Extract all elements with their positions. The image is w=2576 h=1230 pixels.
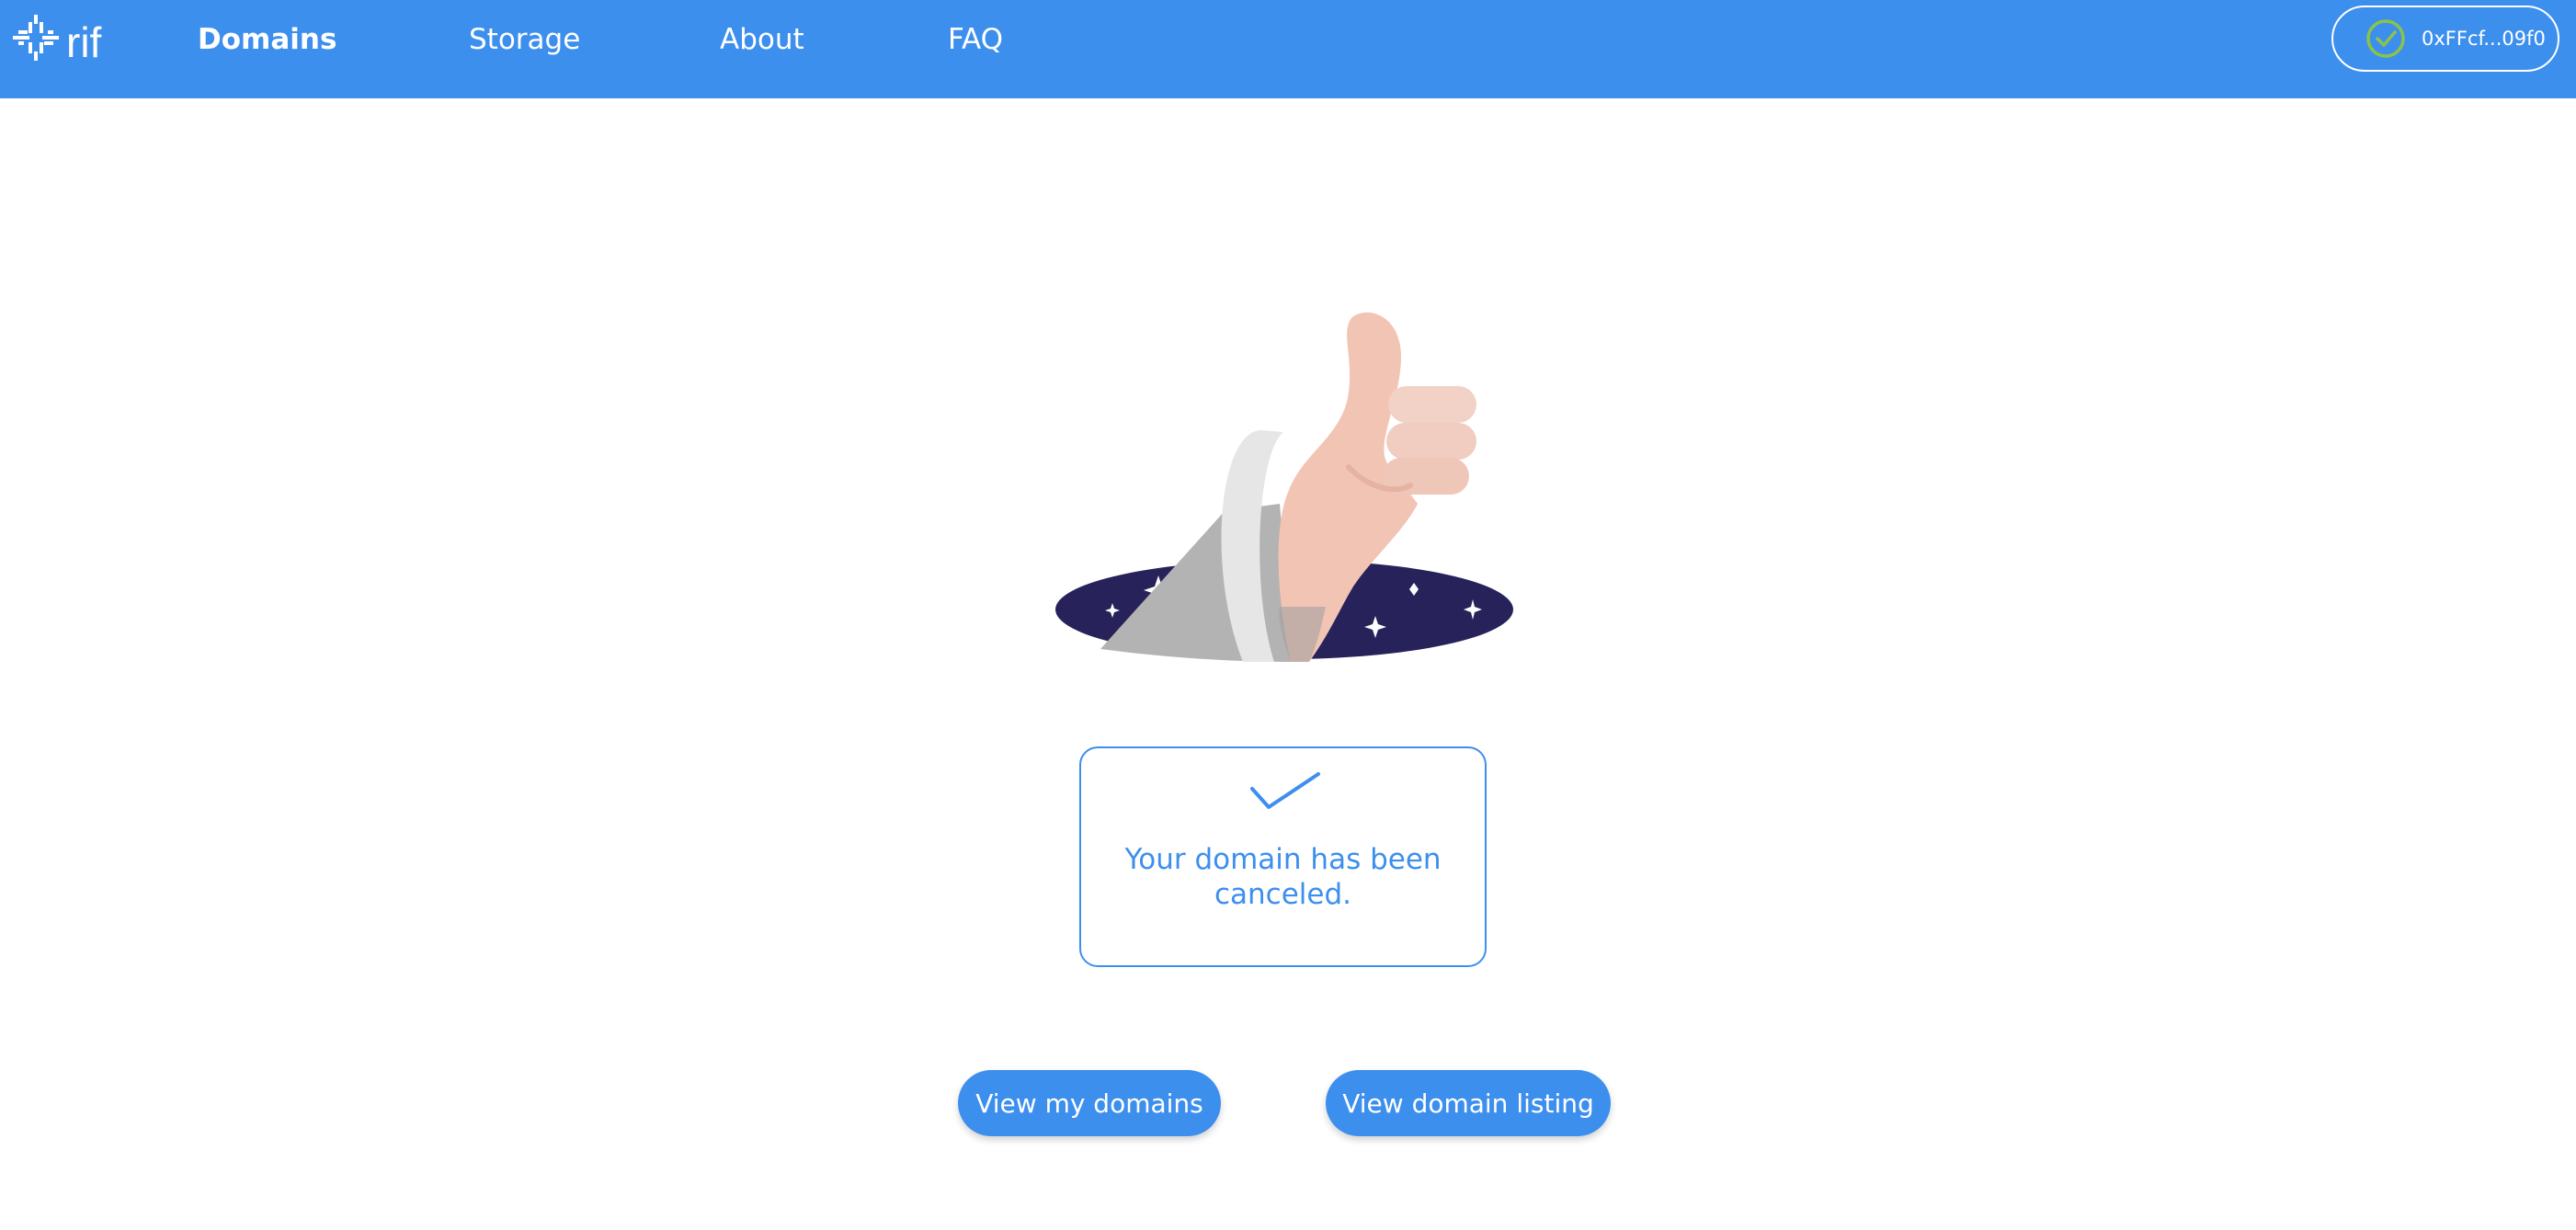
cancellation-confirmation-card: Your domain has been canceled.	[1079, 746, 1487, 967]
wallet-account-button[interactable]: 0xFFcf...09f0	[2331, 6, 2559, 72]
check-circle-icon	[2366, 19, 2405, 58]
confirmation-message: Your domain has been canceled.	[1124, 843, 1442, 911]
checkmark-icon	[1250, 772, 1320, 809]
svg-text:rif: rif	[66, 18, 102, 66]
rif-logo[interactable]: rif	[9, 11, 120, 66]
view-my-domains-button[interactable]: View my domains	[958, 1070, 1221, 1136]
nav-storage[interactable]: Storage	[469, 20, 580, 59]
nav-domains[interactable]: Domains	[198, 20, 336, 59]
nav-faq[interactable]: FAQ	[948, 20, 1003, 59]
thumbs-up-illustration	[1055, 312, 1513, 662]
view-domain-listing-button[interactable]: View domain listing	[1326, 1070, 1611, 1136]
wallet-address: 0xFFcf...09f0	[2422, 28, 2546, 50]
top-navigation-bar: rif Domains Storage About FAQ 0xFFcf...0…	[0, 0, 2576, 98]
nav-about[interactable]: About	[720, 20, 804, 59]
